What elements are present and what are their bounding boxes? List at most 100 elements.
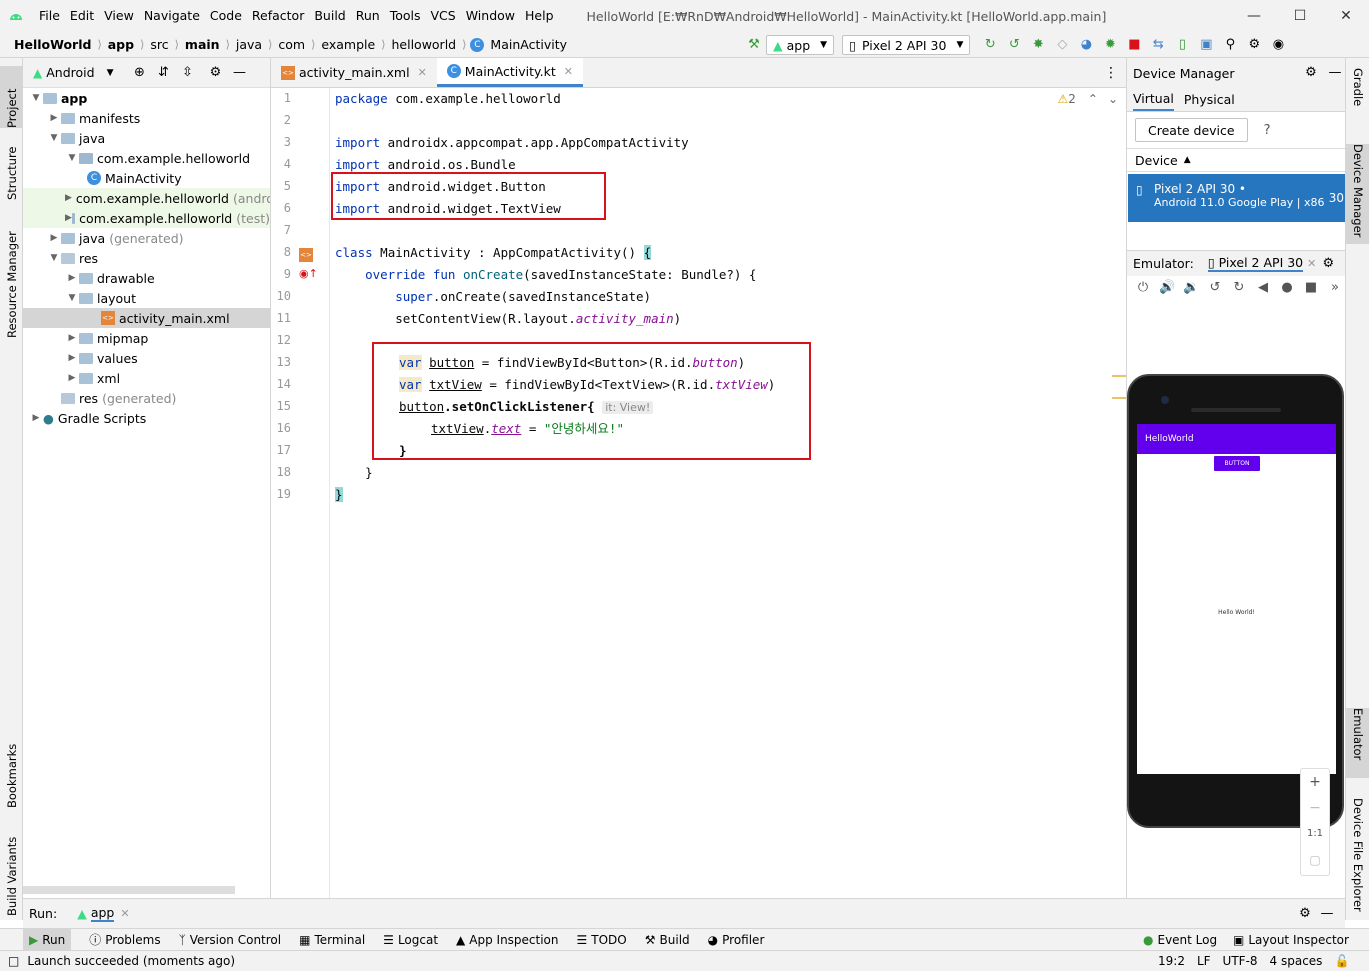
close-tab-icon[interactable]: ✕ — [418, 66, 427, 79]
zoom-actual-size-button[interactable]: 1:1 — [1301, 821, 1329, 847]
line-separator[interactable]: LF — [1197, 954, 1211, 968]
tree-node-manifests[interactable]: ▶ manifests — [23, 108, 270, 128]
tree-node-package[interactable]: ▼ com.example.helloworld — [23, 148, 270, 168]
run-tab-app[interactable]: app — [90, 905, 115, 922]
menu-view[interactable]: View — [99, 0, 139, 32]
gear-icon[interactable]: ⚙ — [207, 65, 223, 81]
run-config-select[interactable]: ▲ app ▼ — [766, 35, 835, 55]
home-icon[interactable]: ● — [1279, 280, 1295, 296]
sdk-manager-icon[interactable]: ▣ — [1198, 37, 1214, 53]
power-icon[interactable]: ⏻ — [1135, 280, 1151, 296]
inspection-widget[interactable]: ⚠ 2 ⌃ ⌄ — [1057, 92, 1118, 106]
tree-node-java-generated[interactable]: ▶ java (generated) — [23, 228, 270, 248]
zoom-out-button[interactable]: − — [1301, 795, 1329, 821]
tool-build[interactable]: ⚒ Build — [645, 933, 690, 947]
breadcrumb-item[interactable]: example — [319, 37, 377, 52]
tool-todo[interactable]: ☰ TODO — [577, 933, 627, 947]
menu-vcs[interactable]: VCS — [426, 0, 461, 32]
device-manager-icon[interactable]: ▯ — [1174, 37, 1190, 53]
menu-window[interactable]: Window — [461, 0, 520, 32]
tree-node-mipmap[interactable]: ▶ mipmap — [23, 328, 270, 348]
back-icon[interactable]: ◀ — [1255, 280, 1271, 296]
menu-run[interactable]: Run — [351, 0, 385, 32]
emulator-tab[interactable]: ▯ Pixel 2 API 30 — [1207, 255, 1304, 272]
sync-gradle-icon[interactable]: ⇆ — [1150, 37, 1166, 53]
tool-version-control[interactable]: ᛉ Version Control — [179, 933, 282, 947]
previous-highlight-icon[interactable]: ⌃ — [1088, 92, 1098, 106]
breadcrumb-item[interactable]: app — [106, 37, 136, 52]
breadcrumb-item[interactable]: main — [183, 37, 222, 52]
tool-event-log[interactable]: ● Event Log — [1143, 933, 1217, 947]
device-table-header[interactable]: Device ▲ — [1127, 148, 1345, 172]
more-icon[interactable]: » — [1327, 280, 1343, 296]
caret-position[interactable]: 19:2 — [1158, 954, 1185, 968]
next-highlight-icon[interactable]: ⌄ — [1108, 92, 1118, 106]
locate-icon[interactable]: ⊕ — [131, 65, 147, 81]
gear-icon[interactable]: ⚙ — [1320, 256, 1336, 272]
tool-logcat[interactable]: ☰ Logcat — [383, 933, 438, 947]
tab-activity-main-xml[interactable]: <> activity_main.xml ✕ — [271, 58, 437, 87]
indent-setting[interactable]: 4 spaces — [1270, 954, 1323, 968]
breadcrumb-item[interactable]: java — [234, 37, 264, 52]
close-tab-icon[interactable]: ✕ — [1307, 257, 1316, 270]
menu-tools[interactable]: Tools — [385, 0, 426, 32]
hammer-icon[interactable]: ⚒ — [746, 37, 762, 53]
device-select[interactable]: ▯ Pixel 2 API 30 ▼ — [842, 35, 971, 55]
tab-virtual[interactable]: Virtual — [1133, 88, 1174, 111]
zoom-fit-button[interactable]: ▢ — [1301, 847, 1329, 873]
tree-node-values[interactable]: ▶ values — [23, 348, 270, 368]
rotate-left-icon[interactable]: ↺ — [1207, 280, 1223, 296]
hide-icon[interactable]: — — [1327, 65, 1343, 81]
layout-gutter-icon[interactable]: <> — [299, 248, 313, 262]
tool-problems[interactable]: ⓘ Problems — [89, 931, 160, 948]
close-icon[interactable]: ✕ — [1323, 0, 1369, 32]
volume-down-icon[interactable]: 🔉 — [1183, 280, 1199, 296]
menu-help[interactable]: Help — [520, 0, 559, 32]
tab-gradle[interactable]: Gradle — [1346, 68, 1369, 138]
column-device[interactable]: Device — [1135, 153, 1178, 168]
hide-icon[interactable]: — — [1319, 906, 1335, 922]
overview-icon[interactable]: ■ — [1303, 280, 1319, 296]
rotate-right-icon[interactable]: ↻ — [1231, 280, 1247, 296]
gear-icon[interactable]: ⚙ — [1297, 906, 1313, 922]
breadcrumb-item[interactable]: HelloWorld — [12, 37, 93, 52]
tree-node-mainactivity[interactable]: C MainActivity — [23, 168, 270, 188]
chevron-down-icon[interactable]: ▼ — [107, 68, 114, 78]
tab-emulator[interactable]: Emulator — [1346, 708, 1369, 778]
breadcrumb-item[interactable]: helloworld — [389, 37, 458, 52]
breadcrumb-item[interactable]: com — [276, 37, 307, 52]
profile-icon[interactable]: ◕ — [1078, 37, 1094, 53]
attach-debugger-icon[interactable]: ◇ — [1054, 37, 1070, 53]
menu-edit[interactable]: Edit — [65, 0, 99, 32]
tree-node-java[interactable]: ▼ java — [23, 128, 270, 148]
tool-terminal[interactable]: ▦ Terminal — [299, 933, 365, 947]
rerun-icon[interactable]: ↻ — [982, 37, 998, 53]
collapse-all-icon[interactable]: ⇳ — [179, 65, 195, 81]
tree-node-app[interactable]: ▼ app — [23, 88, 270, 108]
gear-icon[interactable]: ⚙ — [1303, 65, 1319, 81]
breadcrumb-item[interactable]: MainActivity — [488, 37, 569, 52]
app-button[interactable]: BUTTON — [1214, 456, 1260, 471]
override-gutter-icon[interactable]: ◉↑ — [299, 267, 318, 280]
tab-resource-manager[interactable]: Resource Manager — [0, 223, 23, 338]
zoom-in-button[interactable]: + — [1301, 769, 1329, 795]
tool-layout-inspector[interactable]: ▣ Layout Inspector — [1233, 933, 1349, 947]
breadcrumb-item[interactable]: src — [148, 37, 170, 52]
code-editor[interactable]: package com.example.helloworld import an… — [330, 88, 1126, 898]
tree-node-res[interactable]: ▼ res — [23, 248, 270, 268]
tab-project[interactable]: Project — [0, 66, 23, 128]
tab-structure[interactable]: Structure — [0, 138, 23, 201]
tab-build-variants[interactable]: Build Variants — [0, 826, 23, 916]
search-icon[interactable]: ⚲ — [1222, 37, 1238, 53]
volume-up-icon[interactable]: 🔊 — [1159, 280, 1175, 296]
device-row-pixel-2[interactable]: ▯ Pixel 2 API 30 • Android 11.0 Google P… — [1128, 174, 1346, 222]
create-device-button[interactable]: Create device — [1135, 118, 1248, 142]
tree-node-activity-main-xml[interactable]: <> activity_main.xml — [23, 308, 270, 328]
more-options-icon[interactable]: ⋮ — [1104, 65, 1118, 81]
tab-device-manager[interactable]: Device Manager — [1346, 144, 1369, 244]
apply-changes-icon[interactable]: ↺ — [1006, 37, 1022, 53]
tab-mainactivity-kt[interactable]: C MainActivity.kt ✕ — [436, 58, 583, 87]
file-encoding[interactable]: UTF-8 — [1223, 954, 1258, 968]
tab-device-file-explorer[interactable]: Device File Explorer — [1346, 798, 1369, 918]
tree-node-xml[interactable]: ▶ xml — [23, 368, 270, 388]
